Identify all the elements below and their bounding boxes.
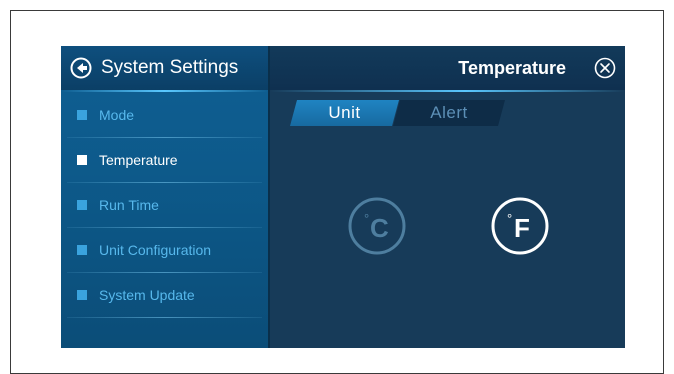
sidebar-header[interactable]: System Settings [61,46,268,90]
tab-unit-label: Unit [328,103,361,122]
tab-unit[interactable]: Unit [290,100,399,126]
sidebar-title: System Settings [101,57,239,78]
fahrenheit-degree-symbol: ° [507,211,512,226]
celsius-degree-symbol: ° [364,211,369,226]
sidebar-item-label: Mode [99,107,135,123]
tab-alert[interactable]: Alert [393,100,505,126]
celsius-letter: C [370,213,389,243]
tab-alert-label: Alert [430,103,468,122]
bullet-square-icon [77,290,87,300]
sidebar-divider [67,317,262,318]
main-header-divider [270,90,625,92]
bullet-square-icon [77,110,87,120]
sidebar-item-label: Unit Configuration [99,242,212,258]
sidebar-item-label: System Update [99,287,195,303]
sidebar-item-mode[interactable]: Mode [61,93,268,138]
back-arrow-icon[interactable] [70,57,92,79]
sidebar-item-label: Temperature [99,152,178,168]
celsius-icon[interactable]: ° C [347,196,407,256]
sidebar-item-system-update[interactable]: System Update [61,273,268,318]
sidebar-item-temperature[interactable]: Temperature [61,138,268,183]
fahrenheit-icon[interactable]: ° F [490,196,550,256]
sidebar-header-divider [61,90,268,92]
bullet-square-icon [77,155,87,165]
close-icon[interactable] [594,57,616,79]
bullet-square-icon [77,245,87,255]
sidebar-item-unit-configuration[interactable]: Unit Configuration [61,228,268,273]
main-header: Temperature [270,46,625,90]
settings-screen: System Settings Mode Temperature Run Tim… [61,46,625,348]
sidebar-item-run-time[interactable]: Run Time [61,183,268,228]
bullet-square-icon [77,200,87,210]
page-title: Temperature [458,58,566,78]
sidebar-item-label: Run Time [99,197,159,213]
sidebar: System Settings Mode Temperature Run Tim… [61,46,270,348]
fahrenheit-letter: F [514,213,530,243]
